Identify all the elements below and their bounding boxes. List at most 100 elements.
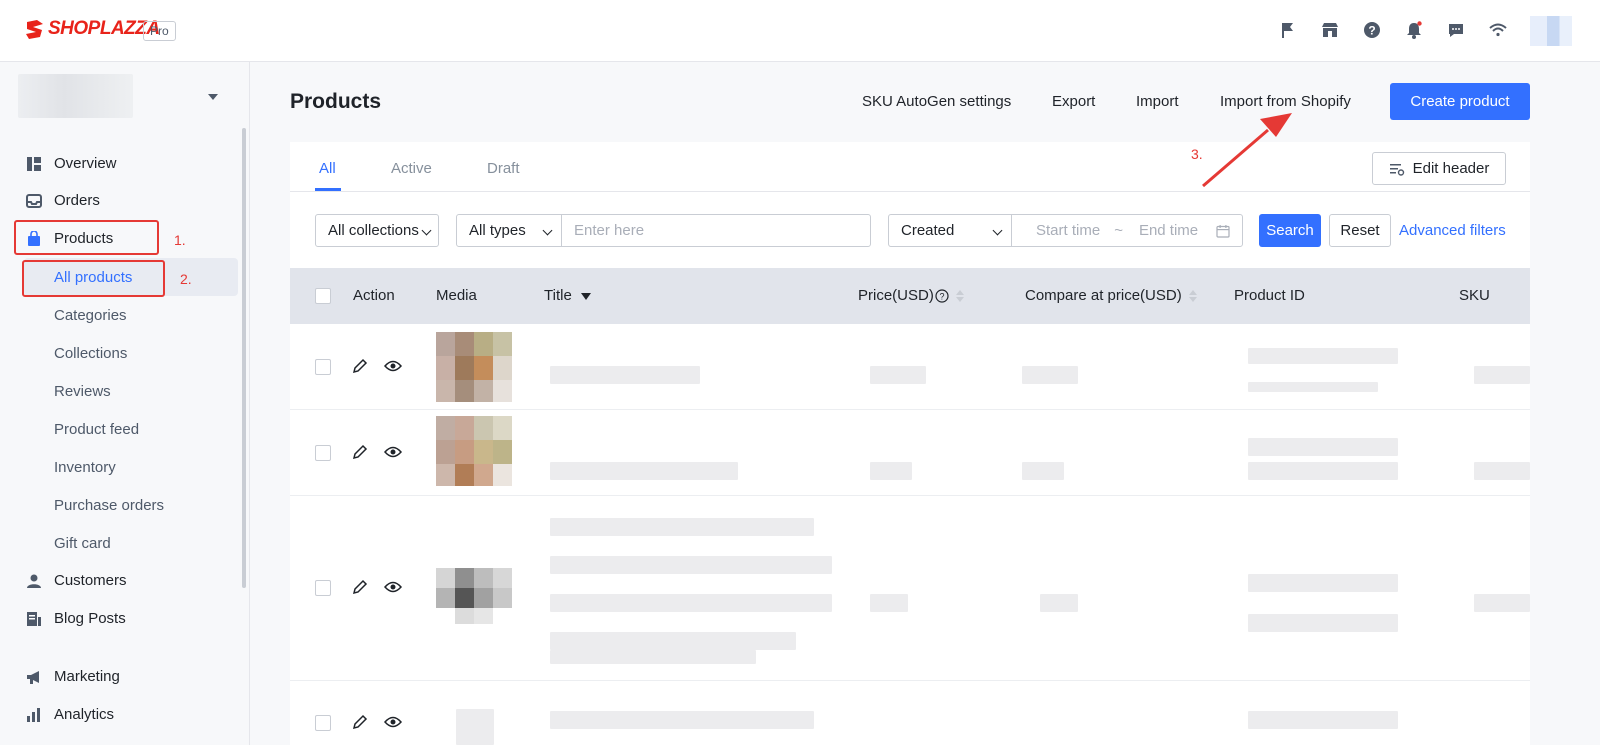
sidebar-subitem-product-feed[interactable]: Product feed [54,421,139,438]
sidebar-subitem-inventory[interactable]: Inventory [54,459,116,476]
column-compare-price[interactable]: Compare at price(USD) [1025,287,1198,304]
row-checkbox[interactable] [315,715,331,731]
active-tab-indicator [315,188,341,191]
title-blurred [550,711,814,729]
sidebar-subitem-reviews[interactable]: Reviews [54,383,111,400]
chevron-down-icon [992,225,1003,236]
store-icon[interactable] [1320,20,1340,40]
annotation-step-3: 3. [1191,146,1203,162]
advanced-filters-link[interactable]: Advanced filters [1399,222,1506,239]
collection-filter-value: All collections [328,222,419,239]
store-name-blurred [18,74,133,118]
compare-price-blurred [1022,462,1064,480]
products-card: All Active Draft Edit header All collect… [290,142,1530,745]
column-price[interactable]: Price(USD) ? [858,287,965,304]
sidebar-item-label: Overview [54,155,117,172]
export-link[interactable]: Export [1052,93,1095,110]
sidebar-item-marketing[interactable]: Marketing [26,668,120,685]
sidebar-subitem-gift-card[interactable]: Gift card [54,535,111,552]
reset-button[interactable]: Reset [1329,214,1391,247]
calendar-icon [1216,225,1230,238]
column-media: Media [436,287,477,304]
overview-icon [27,156,41,171]
collection-filter-select[interactable]: All collections [315,214,439,247]
sidebar-item-customers[interactable]: Customers [26,572,127,589]
compare-price-blurred [1040,594,1078,612]
top-bar: SHOPLAZZA Pro ? [0,0,1600,62]
column-title[interactable]: Title [544,287,592,304]
date-field-select[interactable]: Created [888,214,1012,247]
sidebar-scrollbar[interactable] [242,128,246,588]
edit-pencil-icon[interactable] [352,358,368,374]
table-row[interactable] [290,681,1530,745]
sidebar-item-overview[interactable]: Overview [26,155,117,172]
row-checkbox[interactable] [315,580,331,596]
import-link[interactable]: Import [1136,93,1179,110]
product-image-blurred[interactable] [456,709,494,745]
column-sku: SKU [1459,287,1490,304]
date-range-picker[interactable]: Start time ~ End time [1011,214,1243,247]
column-title-label: Title [544,287,572,304]
preview-eye-icon[interactable] [384,445,402,459]
select-all-checkbox[interactable] [315,288,331,304]
product-id-blurred [1248,574,1398,592]
edit-pencil-icon[interactable] [352,444,368,460]
preview-eye-icon[interactable] [384,359,402,373]
start-time-placeholder[interactable]: Start time [1036,222,1100,239]
product-image[interactable] [436,568,512,624]
preview-eye-icon[interactable] [384,580,402,594]
sku-autogen-settings-link[interactable]: SKU AutoGen settings [862,93,1011,110]
column-product-id: Product ID [1234,287,1305,304]
type-filter-select[interactable]: All types [456,214,562,247]
column-compare-price-label: Compare at price(USD) [1025,287,1182,304]
sidebar-subitem-categories[interactable]: Categories [54,307,127,324]
sort-desc-icon [580,292,591,300]
date-field-value: Created [901,222,955,239]
flag-icon[interactable] [1278,20,1298,40]
row-checkbox[interactable] [315,359,331,375]
table-row[interactable] [290,496,1530,681]
customers-icon [27,574,41,588]
row-checkbox[interactable] [315,445,331,461]
preview-eye-icon[interactable] [384,715,402,729]
wifi-icon[interactable] [1488,20,1508,40]
search-button[interactable]: Search [1259,214,1321,247]
help-circle-icon[interactable]: ? [935,288,949,303]
product-id-blurred [1248,382,1378,392]
product-id-blurred [1248,614,1398,632]
brand-logo[interactable]: SHOPLAZZA [24,18,160,40]
shoplazza-logo-icon [26,20,43,39]
product-image[interactable] [436,416,512,486]
sidebar-item-label: Customers [54,572,127,589]
keyword-search-input[interactable]: Enter here [561,214,871,247]
sidebar-item-analytics[interactable]: Analytics [26,706,114,723]
user-avatar[interactable] [1530,16,1572,46]
sidebar-item-blog-posts[interactable]: Blog Posts [26,610,126,627]
product-image[interactable] [436,332,512,402]
table-row[interactable] [290,410,1530,496]
sku-blurred [1474,366,1530,384]
sidebar-item-orders[interactable]: Orders [26,192,100,209]
sidebar-subitem-collections[interactable]: Collections [54,345,127,362]
edit-pencil-icon[interactable] [352,714,368,730]
status-tabs: All Active Draft Edit header [290,142,1530,192]
sidebar-item-label: Marketing [54,668,120,685]
end-time-placeholder[interactable]: End time [1139,222,1198,239]
tab-all[interactable]: All [319,160,336,177]
tab-active[interactable]: Active [391,160,432,177]
annotation-step-1: 1. [174,232,186,248]
sidebar-subitem-purchase-orders[interactable]: Purchase orders [54,497,164,514]
edit-header-button[interactable]: Edit header [1372,152,1506,185]
help-icon[interactable]: ? [1362,20,1382,40]
create-product-button[interactable]: Create product [1390,83,1530,120]
edit-pencil-icon[interactable] [352,579,368,595]
sidebar: Overview Orders Products All products Ca… [0,62,250,745]
title-blurred [550,632,796,650]
tab-draft[interactable]: Draft [487,160,520,177]
store-selector[interactable] [18,74,228,120]
chat-icon[interactable] [1446,20,1466,40]
import-from-shopify-link[interactable]: Import from Shopify [1220,93,1351,110]
bell-icon[interactable] [1404,20,1424,40]
product-id-blurred [1248,348,1398,364]
table-row[interactable] [290,324,1530,410]
